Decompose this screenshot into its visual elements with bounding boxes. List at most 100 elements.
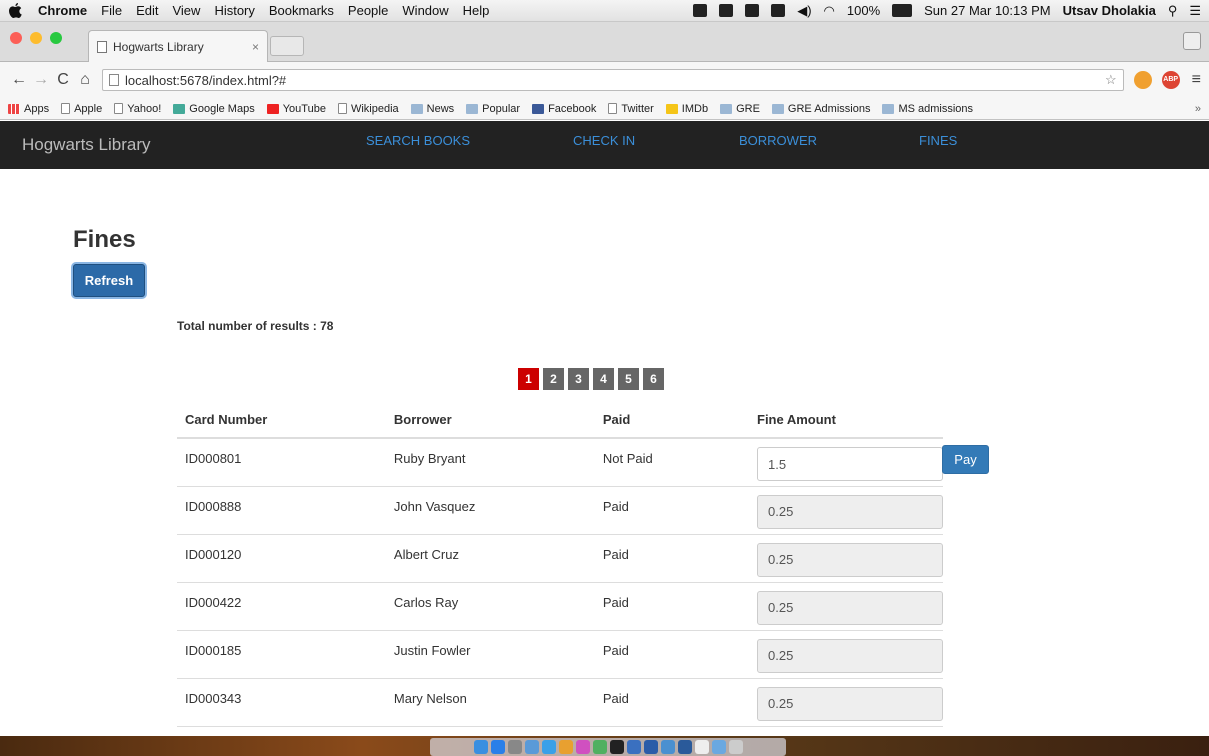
nav-search-books[interactable]: SEARCH BOOKS bbox=[366, 133, 470, 148]
card-number-cell: ID000343 bbox=[177, 678, 386, 727]
close-window-button[interactable] bbox=[10, 32, 22, 44]
folder-icon[interactable] bbox=[711, 740, 726, 754]
tray-app-icon[interactable] bbox=[745, 4, 760, 17]
menu-bookmarks[interactable]: Bookmarks bbox=[269, 3, 334, 18]
folder-icon bbox=[720, 103, 733, 114]
preview-icon[interactable] bbox=[524, 740, 539, 754]
notification-center-icon[interactable]: ☰ bbox=[1189, 3, 1201, 19]
bookmark-youtube[interactable]: YouTube bbox=[266, 103, 326, 115]
bookmark-wikipedia[interactable]: Wikipedia bbox=[337, 103, 399, 115]
chrome-icon[interactable] bbox=[558, 740, 573, 754]
table-row: ID000422 Carlos Ray Paid bbox=[177, 582, 943, 631]
close-tab-icon[interactable]: × bbox=[252, 40, 259, 54]
bookmark-google-maps[interactable]: Google Maps bbox=[173, 103, 255, 115]
nav-borrower[interactable]: BORROWER bbox=[739, 133, 817, 148]
bookmark-popular[interactable]: Popular bbox=[466, 103, 520, 115]
menu-edit[interactable]: Edit bbox=[136, 3, 158, 18]
menu-window[interactable]: Window bbox=[402, 3, 448, 18]
refresh-button[interactable]: Refresh bbox=[73, 264, 145, 297]
borrower-cell: Mary Nelson bbox=[385, 678, 595, 727]
tray-app-icon[interactable] bbox=[719, 4, 734, 17]
terminal-icon[interactable] bbox=[609, 740, 624, 754]
borrower-cell: Ruby Bryant bbox=[385, 438, 595, 487]
card-number-cell: ID000422 bbox=[177, 582, 386, 631]
word-icon[interactable] bbox=[643, 740, 658, 754]
bookmark-imdb[interactable]: IMDb bbox=[665, 103, 708, 115]
volume-icon[interactable]: ◀) bbox=[797, 3, 811, 19]
home-icon[interactable]: ⌂ bbox=[74, 71, 96, 89]
wifi-icon[interactable]: ◠ bbox=[824, 3, 835, 19]
bookmark-ms-admissions[interactable]: MS admissions bbox=[882, 103, 973, 115]
fine-amount-cell bbox=[749, 582, 943, 631]
browser-tab[interactable]: Hogwarts Library × bbox=[88, 30, 268, 62]
maps-icon bbox=[173, 103, 186, 114]
page-icon bbox=[114, 103, 124, 114]
bookmark-facebook[interactable]: Facebook bbox=[532, 103, 596, 115]
finder-icon[interactable] bbox=[473, 740, 488, 754]
extension-icon[interactable] bbox=[1133, 71, 1152, 89]
url-text[interactable]: localhost:5678/index.html?# bbox=[125, 73, 286, 88]
bookmark-label: Facebook bbox=[548, 102, 597, 115]
system-preferences-icon[interactable] bbox=[507, 740, 522, 754]
fine-amount-cell bbox=[749, 534, 943, 583]
safari-icon[interactable] bbox=[541, 740, 556, 754]
nav-check-in[interactable]: CHECK IN bbox=[573, 133, 635, 148]
bookmark-apple[interactable]: Apple bbox=[61, 103, 102, 115]
trash-icon[interactable] bbox=[728, 740, 743, 754]
menu-history[interactable]: History bbox=[214, 3, 254, 18]
user-name[interactable]: Utsav Dholakia bbox=[1063, 3, 1156, 18]
zoom-window-button[interactable] bbox=[50, 32, 62, 44]
app-icon[interactable] bbox=[660, 740, 675, 754]
bookmark-star-icon[interactable]: ☆ bbox=[1105, 72, 1117, 88]
tray-app-icon[interactable] bbox=[693, 4, 708, 17]
forward-icon[interactable]: → bbox=[30, 71, 52, 89]
app-icon[interactable] bbox=[626, 740, 641, 754]
drive-icon[interactable] bbox=[771, 4, 786, 17]
menu-app-name[interactable]: Chrome bbox=[38, 3, 87, 18]
nav-fines[interactable]: FINES bbox=[919, 133, 957, 148]
profile-icon[interactable] bbox=[1183, 32, 1201, 50]
brand-link[interactable]: Hogwarts Library bbox=[22, 135, 151, 155]
menu-people[interactable]: People bbox=[348, 3, 388, 18]
more-bookmarks-icon[interactable]: » bbox=[1195, 103, 1201, 115]
bookmark-apps[interactable]: Apps bbox=[8, 103, 49, 115]
maps-icon[interactable] bbox=[592, 740, 607, 754]
address-bar[interactable]: localhost:5678/index.html?# ☆ bbox=[102, 69, 1124, 91]
battery-icon[interactable] bbox=[892, 4, 913, 17]
bookmark-gre-admissions[interactable]: GRE Admissions bbox=[771, 103, 870, 115]
app-icon[interactable] bbox=[694, 740, 709, 754]
paid-status-cell: Paid bbox=[594, 630, 749, 679]
borrower-cell: John Vasquez bbox=[385, 486, 595, 535]
page-1-button[interactable]: 1 bbox=[518, 368, 539, 390]
fine-amount-input[interactable] bbox=[757, 447, 943, 481]
bookmark-twitter[interactable]: Twitter bbox=[608, 103, 654, 115]
itunes-icon[interactable] bbox=[575, 740, 590, 754]
bookmark-news[interactable]: News bbox=[410, 103, 454, 115]
youtube-icon bbox=[266, 103, 279, 114]
app-store-icon[interactable] bbox=[490, 740, 505, 754]
menu-help[interactable]: Help bbox=[463, 3, 490, 18]
app-icon[interactable] bbox=[677, 740, 692, 754]
back-icon[interactable]: ← bbox=[8, 71, 30, 89]
page-2-button[interactable]: 2 bbox=[543, 368, 564, 390]
bookmarks-bar: Apps Apple Yahoo! Google Maps YouTube Wi… bbox=[0, 98, 1209, 120]
system-menu-bar: Chrome File Edit View History Bookmarks … bbox=[0, 0, 1209, 22]
pay-button[interactable]: Pay bbox=[942, 445, 989, 474]
minimize-window-button[interactable] bbox=[30, 32, 42, 44]
page-4-button[interactable]: 4 bbox=[593, 368, 614, 390]
browser-menu-icon[interactable]: ≡ bbox=[1192, 71, 1201, 89]
page-6-button[interactable]: 6 bbox=[643, 368, 664, 390]
clock[interactable]: Sun 27 Mar 10:13 PM bbox=[924, 3, 1050, 18]
new-tab-button[interactable] bbox=[270, 36, 304, 56]
adblock-icon[interactable]: ABP bbox=[1161, 71, 1180, 89]
bookmark-gre[interactable]: GRE bbox=[720, 103, 760, 115]
spotlight-icon[interactable]: ⚲ bbox=[1168, 3, 1178, 19]
reload-icon[interactable]: C bbox=[52, 71, 74, 89]
apple-icon[interactable] bbox=[8, 2, 22, 19]
tab-title: Hogwarts Library bbox=[113, 39, 204, 54]
menu-view[interactable]: View bbox=[172, 3, 200, 18]
menu-file[interactable]: File bbox=[101, 3, 122, 18]
page-3-button[interactable]: 3 bbox=[568, 368, 589, 390]
page-5-button[interactable]: 5 bbox=[618, 368, 639, 390]
bookmark-yahoo[interactable]: Yahoo! bbox=[114, 103, 161, 115]
